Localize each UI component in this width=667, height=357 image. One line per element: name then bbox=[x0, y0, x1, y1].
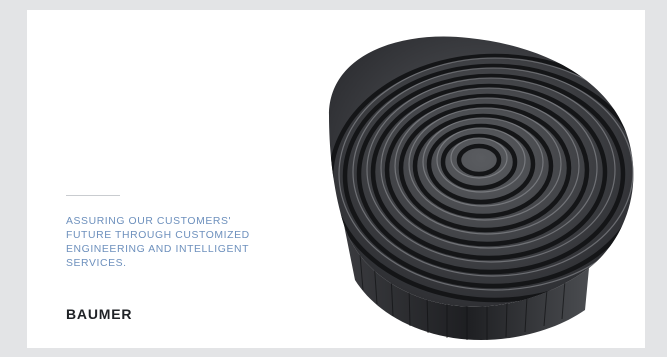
baumer-logo: BAUMER bbox=[66, 306, 133, 322]
divider-line bbox=[66, 195, 120, 196]
ad-card: ASSURING OUR CUSTOMERS' FUTURE THROUGH C… bbox=[27, 10, 645, 348]
fingerprint-illustration bbox=[329, 36, 634, 340]
